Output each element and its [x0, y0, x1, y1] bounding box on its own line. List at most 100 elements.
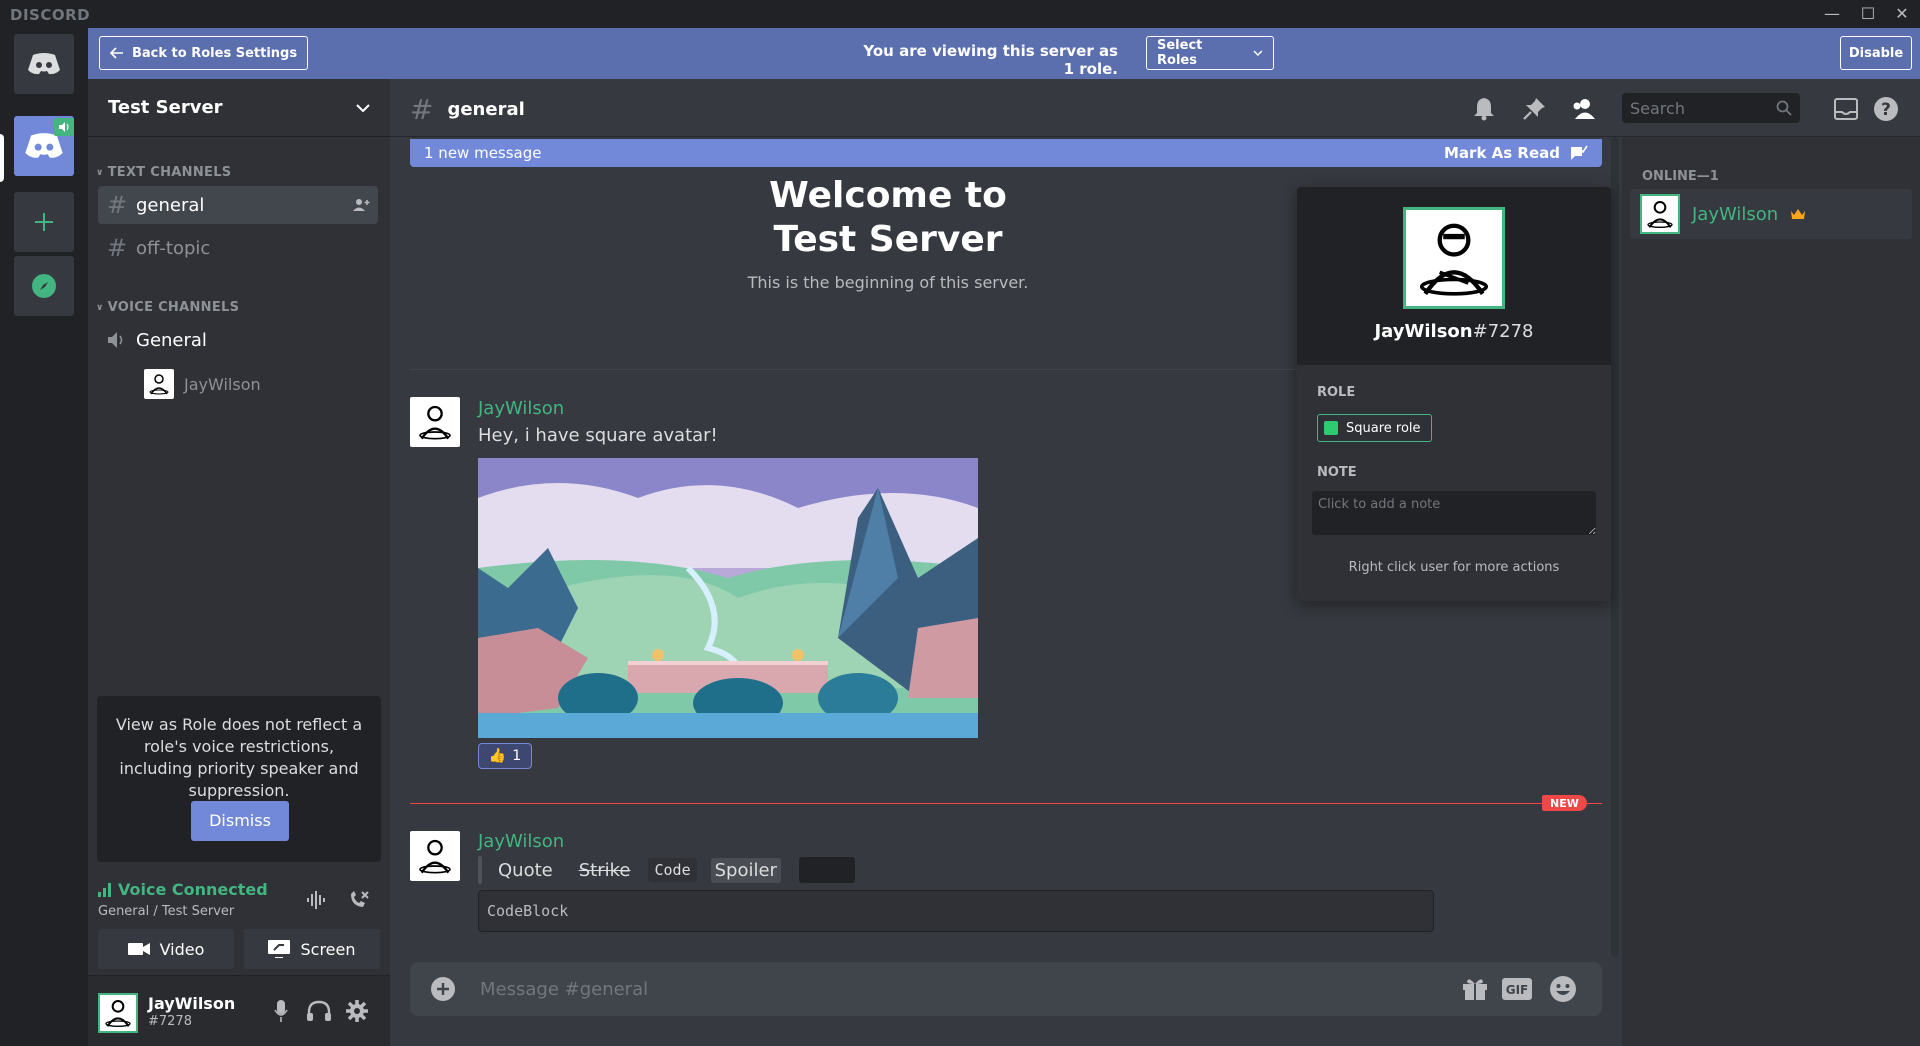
hashtag-icon: #	[106, 191, 128, 219]
message-composer: GIF	[410, 962, 1602, 1016]
popout-header: JayWilson#7278	[1297, 187, 1611, 365]
signal-icon	[98, 882, 111, 897]
invite-icon[interactable]	[352, 198, 370, 212]
text-channels-category[interactable]: ∨ TEXT CHANNELS	[96, 165, 231, 180]
note-input[interactable]	[1312, 491, 1596, 535]
channel-off-topic[interactable]: # off-topic	[98, 229, 378, 267]
maximize-button[interactable]: ☐	[1852, 2, 1884, 26]
avatar	[1403, 207, 1505, 309]
avatar[interactable]	[410, 397, 460, 447]
channel-sidebar: Test Server ∨ TEXT CHANNELS # general # …	[88, 79, 390, 1046]
message-text: Hey, i have square avatar!	[478, 425, 718, 446]
note-label: NOTE	[1317, 465, 1357, 480]
add-server-button[interactable]	[14, 192, 74, 252]
channel-name: off-topic	[136, 237, 211, 259]
disable-button[interactable]: Disable	[1840, 36, 1912, 70]
welcome-section: Welcome to Test Server This is the begin…	[410, 171, 1366, 292]
add-attachment-icon[interactable]	[428, 975, 458, 1003]
noise-suppression-icon[interactable]	[306, 890, 328, 910]
screen-share-icon	[268, 940, 291, 958]
username: JayWilson	[148, 994, 236, 1013]
notice-text: View as Role does not reflect a role's v…	[115, 715, 363, 800]
welcome-subtitle: This is the beginning of this server.	[747, 273, 1029, 292]
spoiler-hidden[interactable]	[798, 857, 855, 883]
voice-location[interactable]: General / Test Server	[98, 904, 234, 919]
headphones-icon[interactable]	[306, 998, 332, 1024]
back-to-roles-button[interactable]: Back to Roles Settings	[99, 36, 309, 70]
dismiss-button[interactable]: Dismiss	[191, 801, 289, 841]
chat-scrollbar[interactable]	[1611, 137, 1619, 957]
role-color-dot	[1324, 421, 1338, 435]
compass-icon	[32, 274, 56, 298]
microphone-icon[interactable]	[268, 998, 294, 1024]
spoiler-revealed[interactable]: Spoiler	[710, 857, 781, 883]
close-window-button[interactable]: ✕	[1886, 2, 1918, 26]
gear-icon[interactable]	[344, 998, 370, 1024]
avatar[interactable]	[98, 993, 138, 1033]
member-category: ONLINE—1	[1642, 169, 1719, 184]
mark-as-read-button[interactable]: Mark As Read	[1444, 144, 1588, 162]
server-name: Test Server	[108, 97, 223, 118]
title-bar: DISCORD — ☐ ✕	[0, 0, 1920, 28]
user-discriminator: #7278	[148, 1014, 192, 1029]
chat-header: # general Search ?	[390, 79, 1920, 137]
landscape-image[interactable]	[478, 458, 978, 738]
member-item[interactable]: JayWilson	[1630, 189, 1912, 239]
strike-text: Strike	[578, 859, 631, 881]
inbox-icon[interactable]	[1832, 95, 1860, 123]
voice-participant[interactable]: JayWilson	[144, 369, 261, 399]
channel-name: general	[136, 194, 205, 216]
plus-icon	[35, 213, 53, 231]
thumbs-up-icon: 👍	[488, 748, 507, 764]
channel-general[interactable]: # general	[98, 186, 378, 224]
screen-share-button[interactable]: Screen	[244, 929, 380, 969]
gift-icon[interactable]	[1460, 975, 1490, 1003]
voice-connection-panel: Voice Connected General / Test Server Vi…	[88, 872, 390, 976]
video-label: Video	[159, 939, 205, 959]
avatar[interactable]	[410, 831, 460, 881]
view-as-role-notice: View as Role does not reflect a role's v…	[97, 696, 381, 862]
message-author[interactable]: JayWilson	[478, 831, 564, 852]
app-logo: DISCORD	[10, 6, 91, 24]
mark-read-icon	[1571, 145, 1588, 160]
explore-servers-button[interactable]	[14, 256, 74, 316]
new-messages-bar[interactable]: 1 new message Mark As Read	[410, 139, 1602, 167]
new-messages-label: 1 new message	[424, 144, 542, 162]
hashtag-icon: #	[106, 234, 128, 262]
help-icon[interactable]: ?	[1872, 95, 1900, 123]
home-button[interactable]	[14, 34, 74, 94]
new-messages-divider	[410, 803, 1602, 804]
message-author[interactable]: JayWilson	[478, 398, 564, 419]
discord-logo-icon	[28, 53, 60, 75]
code-block: CodeBlock	[478, 890, 1434, 932]
server-header[interactable]: Test Server	[88, 79, 390, 137]
emoji-icon[interactable]	[1548, 975, 1578, 1003]
search-input[interactable]: Search	[1622, 93, 1800, 123]
user-profile-popout: JayWilson#7278 ROLE Square role NOTE Rig…	[1297, 187, 1611, 601]
minimize-button[interactable]: —	[1816, 2, 1848, 26]
arrow-left-icon	[110, 47, 123, 59]
formatted-message: Quote Strike Code Spoiler	[478, 856, 855, 884]
mark-as-read-label: Mark As Read	[1444, 144, 1560, 162]
role-name: Square role	[1346, 420, 1421, 436]
select-roles-dropdown[interactable]: Select Roles	[1146, 36, 1274, 70]
video-camera-icon	[127, 943, 150, 955]
crown-icon	[1791, 209, 1806, 219]
gif-button[interactable]: GIF	[1502, 975, 1532, 1003]
voice-channels-category[interactable]: ∨ VOICE CHANNELS	[96, 300, 239, 315]
video-button[interactable]: Video	[98, 929, 234, 969]
voice-channel-general[interactable]: General	[98, 321, 378, 359]
inline-code: Code	[648, 858, 697, 882]
bell-icon[interactable]	[1470, 95, 1498, 123]
member-list-icon[interactable]	[1570, 95, 1598, 123]
role-pill[interactable]: Square role	[1317, 414, 1432, 442]
member-name: JayWilson	[1692, 203, 1779, 225]
chevron-down-icon	[1253, 50, 1263, 56]
svg-text:?: ?	[1881, 100, 1891, 120]
message-input[interactable]	[480, 962, 1380, 1016]
search-icon	[1776, 100, 1792, 116]
voice-status[interactable]: Voice Connected	[98, 880, 268, 899]
reaction-thumbs-up[interactable]: 👍 1	[478, 743, 532, 769]
disconnect-icon[interactable]	[348, 890, 370, 910]
pin-icon[interactable]	[1520, 95, 1548, 123]
